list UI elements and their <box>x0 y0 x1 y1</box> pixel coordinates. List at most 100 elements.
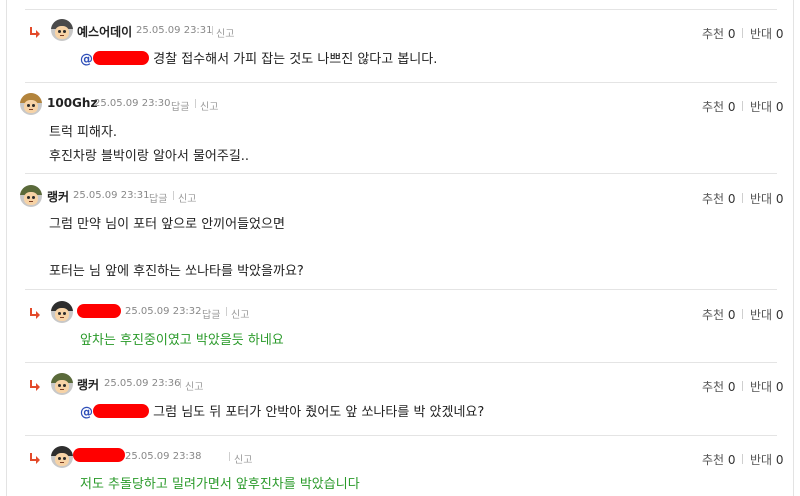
comment-item: 25.05.09 23:38 신고 추천 0 반대 0 저도 추돌당하고 밀려가… <box>7 436 793 496</box>
avatar[interactable] <box>51 301 73 323</box>
downvote-button[interactable]: 반대 0 <box>750 190 784 207</box>
reply-link[interactable]: 답글 <box>202 306 220 321</box>
downvote-button[interactable]: 반대 0 <box>750 306 784 323</box>
divider <box>742 28 743 38</box>
upvote-count: 0 <box>727 192 736 206</box>
report-link[interactable]: 신고 <box>234 451 252 466</box>
comment-line: 그럼 님도 뒤 포터가 안박아 줬어도 앞 쏘나타를 박 았겠네요? <box>153 405 485 420</box>
reply-link[interactable]: 답글 <box>171 98 189 113</box>
upvote-count: 0 <box>727 27 736 41</box>
downvote-count: 0 <box>775 308 784 322</box>
upvote-button[interactable]: 추천 0 <box>702 451 736 468</box>
comment-text: @ 그럼 님도 뒤 포터가 안박아 줬어도 앞 쏘나타를 박 았겠네요? <box>80 401 484 420</box>
upvote-count: 0 <box>727 100 736 114</box>
divider <box>195 99 196 108</box>
avatar[interactable] <box>20 185 42 207</box>
upvote-count: 0 <box>727 380 736 394</box>
upvote-count: 0 <box>727 308 736 322</box>
comment-line: 그럼 만약 님이 포터 앞으로 안끼어들었으면 <box>49 217 285 232</box>
timestamp: 25.05.09 23:38 <box>125 451 202 462</box>
upvote-label: 추천 <box>702 453 725 467</box>
downvote-label: 반대 <box>750 308 773 322</box>
comment-line: 포터는 님 앞에 후진하는 쏘나타를 박았을까요? <box>49 264 304 279</box>
downvote-count: 0 <box>775 27 784 41</box>
comment-item: 랭커 25.05.09 23:36 신고 추천 0 반대 0 @ 그럼 님도 뒤… <box>7 363 793 435</box>
divider <box>226 307 227 316</box>
mention-at[interactable]: @ <box>80 405 93 420</box>
timestamp: 25.05.09 23:32 <box>125 306 202 317</box>
mention-redaction <box>93 51 149 65</box>
timestamp: 25.05.09 23:31 <box>136 25 213 36</box>
upvote-label: 추천 <box>702 308 725 322</box>
divider <box>212 26 213 35</box>
comment-line: 후진차랑 블박이랑 알아서 물어주길.. <box>49 149 250 164</box>
timestamp: 25.05.09 23:31 <box>73 190 150 201</box>
downvote-count: 0 <box>775 100 784 114</box>
upvote-label: 추천 <box>702 27 725 41</box>
upvote-button[interactable]: 추천 0 <box>702 190 736 207</box>
upvote-label: 추천 <box>702 380 725 394</box>
mention-redaction <box>93 404 149 418</box>
mention-at[interactable]: @ <box>80 52 93 67</box>
divider <box>742 309 743 319</box>
downvote-button[interactable]: 반대 0 <box>750 451 784 468</box>
downvote-count: 0 <box>775 453 784 467</box>
downvote-button[interactable]: 반대 0 <box>750 98 784 115</box>
avatar[interactable] <box>51 446 73 468</box>
report-link[interactable]: 신고 <box>178 190 196 205</box>
divider <box>742 454 743 464</box>
comment-list: 예스어데이 25.05.09 23:31 신고 추천 0 반대 0 @ 경찰 접… <box>6 0 794 496</box>
comment-line: 저도 추돌당하고 밀려가면서 앞후진차를 박았습니다 <box>80 477 360 492</box>
timestamp: 25.05.09 23:36 <box>104 378 181 389</box>
comment-item: 예스어데이 25.05.09 23:31 신고 추천 0 반대 0 @ 경찰 접… <box>7 10 793 82</box>
reply-arrow-icon <box>30 380 40 391</box>
upvote-label: 추천 <box>702 192 725 206</box>
comment-line: 경찰 접수해서 가피 잡는 것도 나쁘진 않다고 봅니다. <box>153 52 438 67</box>
nickname[interactable]: 예스어데이 <box>77 23 132 40</box>
nickname-redaction[interactable] <box>77 304 121 318</box>
upvote-button[interactable]: 추천 0 <box>702 306 736 323</box>
nickname[interactable]: 랭커 <box>47 188 69 205</box>
nickname[interactable]: 랭커 <box>77 376 99 393</box>
avatar[interactable] <box>20 93 42 115</box>
reply-arrow-icon <box>30 453 40 464</box>
nickname[interactable]: 100Ghz <box>47 96 97 110</box>
avatar[interactable] <box>51 19 73 41</box>
comment-item: 랭커 25.05.09 23:31 답글 신고 추천 0 반대 0 그럼 만약 … <box>7 174 793 289</box>
reply-arrow-icon <box>30 308 40 319</box>
upvote-button[interactable]: 추천 0 <box>702 25 736 42</box>
nickname-redaction[interactable] <box>73 448 125 462</box>
report-link[interactable]: 신고 <box>200 98 218 113</box>
downvote-label: 반대 <box>750 100 773 114</box>
divider <box>742 101 743 111</box>
divider <box>229 452 230 461</box>
comment-line: 앞차는 후진중이였고 박았을듯 하네요 <box>80 333 284 348</box>
upvote-count: 0 <box>727 453 736 467</box>
downvote-label: 반대 <box>750 380 773 394</box>
downvote-label: 반대 <box>750 27 773 41</box>
reply-arrow-icon <box>30 27 40 38</box>
divider <box>742 381 743 391</box>
upvote-button[interactable]: 추천 0 <box>702 98 736 115</box>
comment-line: 트럭 피해자. <box>49 125 118 140</box>
upvote-button[interactable]: 추천 0 <box>702 378 736 395</box>
upvote-label: 추천 <box>702 100 725 114</box>
comment-item: 100Ghz 25.05.09 23:30 답글 신고 추천 0 반대 0 트럭… <box>7 83 793 173</box>
report-link[interactable]: 신고 <box>231 306 249 321</box>
avatar[interactable] <box>51 373 73 395</box>
divider <box>742 193 743 203</box>
downvote-count: 0 <box>775 192 784 206</box>
divider <box>173 191 174 200</box>
divider <box>180 379 181 388</box>
downvote-button[interactable]: 반대 0 <box>750 25 784 42</box>
timestamp: 25.05.09 23:30 <box>94 98 171 109</box>
report-link[interactable]: 신고 <box>185 378 203 393</box>
comment-text: @ 경찰 접수해서 가피 잡는 것도 나쁘진 않다고 봅니다. <box>80 48 437 67</box>
reply-link[interactable]: 답글 <box>149 190 167 205</box>
comment-item: 25.05.09 23:32 답글 신고 추천 0 반대 0 앞차는 후진중이였… <box>7 290 793 362</box>
downvote-label: 반대 <box>750 453 773 467</box>
downvote-count: 0 <box>775 380 784 394</box>
downvote-label: 반대 <box>750 192 773 206</box>
report-link[interactable]: 신고 <box>216 25 234 40</box>
downvote-button[interactable]: 반대 0 <box>750 378 784 395</box>
